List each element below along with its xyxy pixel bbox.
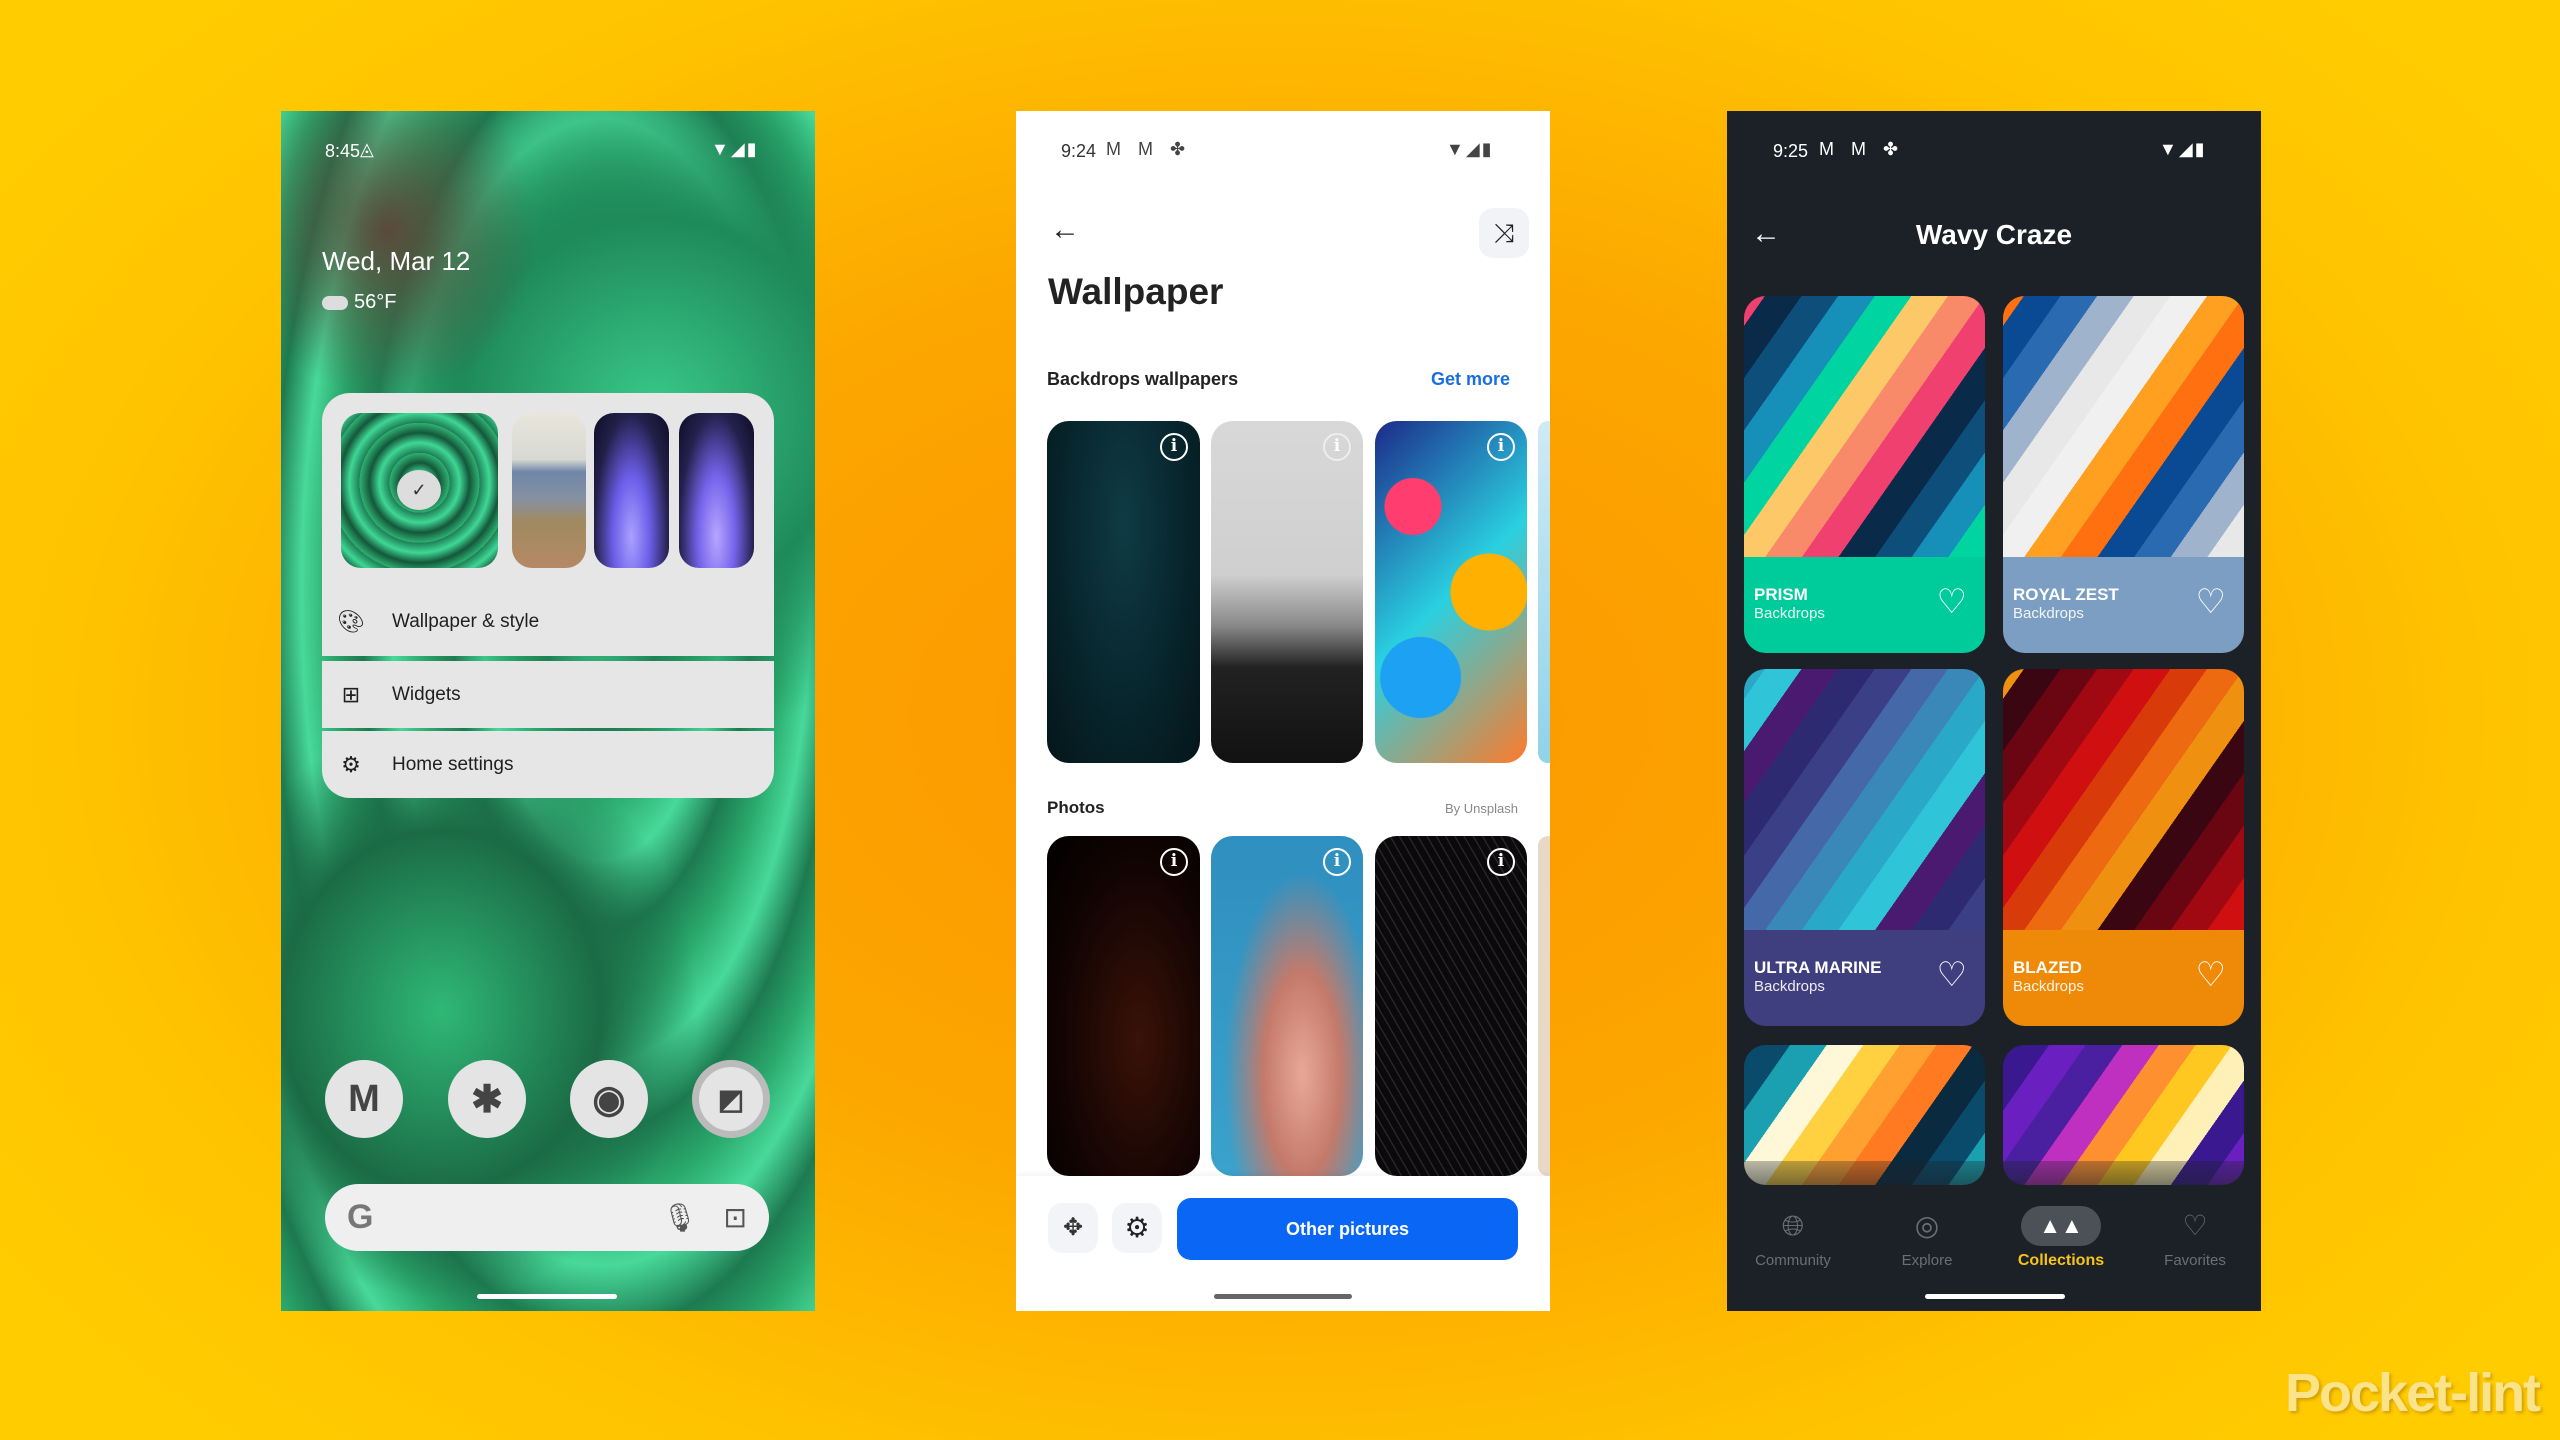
photo-lines[interactable]: i [1375,836,1527,1176]
wallpaper-thumb-flower[interactable] [594,413,669,568]
screenshot-app-icon[interactable]: ◩ [692,1060,770,1138]
nav-collections[interactable]: ▲▲ Collections [2001,1206,2121,1270]
menu-home-settings[interactable]: ⚙ Home settings [322,731,774,798]
home-indicator [477,1294,617,1299]
wallpaper-thumb-landscape[interactable] [512,413,586,568]
favorite-heart-icon[interactable]: ♡ [1937,585,1967,619]
wifi-signal-battery-icons: ▼◢▮ [1446,139,1494,159]
google-search-bar[interactable]: G 🎙︎ ⊡ [325,1184,769,1251]
info-icon[interactable]: i [1487,433,1515,461]
gmail-icon[interactable]: M [325,1060,403,1138]
slack-icon[interactable]: ✱ [448,1060,526,1138]
menu-label: Wallpaper & style [392,611,540,632]
gear-icon: ⚙ [341,751,361,777]
info-icon[interactable]: i [1160,433,1188,461]
notification-icons: M M ✤ [1819,139,1905,159]
heart-icon: ♡ [2182,1210,2208,1241]
wallpaper-thumb-current[interactable]: ✓ [341,413,498,568]
section-title-backdrops: Backdrops wallpapers [1047,369,1239,389]
status-time: 8:45 [325,141,361,161]
get-more-link[interactable]: Get more [1431,369,1510,390]
mic-icon[interactable]: 🎙︎ [662,1201,698,1234]
weather-temp: 56°F [354,291,397,313]
menu-label: Home settings [392,753,514,775]
photo-dots[interactable]: i [1047,836,1200,1176]
wallpaper-app-phone: 9:24 M M ✤ ▼◢▮ ← ⤨ Wallpaper Backdrops w… [1016,111,1550,1311]
move-icon[interactable]: ✥ [1048,1203,1098,1253]
nav-favorites[interactable]: ♡ Favorites [2135,1206,2255,1269]
widgets-icon: ⊞ [341,681,361,707]
status-time: 9:25 [1773,141,1809,161]
home-indicator [1925,1294,2065,1299]
wallpaper-portrait[interactable]: i [1211,421,1363,763]
photo-partial[interactable] [1538,836,1550,1176]
wifi-signal-battery-icons: ▼◢▮ [2159,139,2207,159]
home-indicator [1214,1294,1352,1299]
menu-label: Widgets [392,683,461,705]
wallpaper-geometric[interactable]: i [1375,421,1527,763]
settings-gear-button[interactable]: ⚙ [1112,1203,1162,1253]
info-icon[interactable]: i [1160,848,1188,876]
cloud-icon [322,296,348,310]
nav-label: Favorites [2164,1252,2226,1269]
google-logo: G [347,1198,374,1236]
palette-icon: 🎨︎ [337,609,365,634]
nav-label: Collections [2017,1252,2105,1269]
menu-wallpaper-style[interactable]: 🎨︎ Wallpaper & style [322,588,774,656]
favorite-heart-icon[interactable]: ♡ [2196,585,2226,619]
compass-icon: ◎ [1914,1210,1940,1241]
notification-icons: M M ✤ [1106,139,1192,159]
favorite-heart-icon[interactable]: ♡ [1937,958,1967,992]
pocketlint-watermark-logo: Pocket-lint [2285,1363,2541,1423]
status-time: 9:24 [1061,141,1097,161]
nav-label: Explore [1901,1252,1953,1269]
wallpaper-card-blazed[interactable]: BLAZED Backdrops ♡ [2003,669,2244,1026]
nav-explore[interactable]: ◎ Explore [1867,1206,1987,1269]
wallpaper-card-ultra-marine[interactable]: ULTRA MARINE Backdrops ♡ [1744,669,1985,1026]
info-icon[interactable]: i [1323,848,1351,876]
info-icon[interactable]: i [1487,848,1515,876]
chrome-icon[interactable]: ◉ [570,1060,648,1138]
nav-community[interactable]: 🌐︎ Community [1733,1206,1853,1269]
menu-widgets[interactable]: ⊞ Widgets [322,661,774,728]
shuffle-button[interactable]: ⤨ [1479,208,1529,258]
section-title-photos: Photos [1047,798,1105,817]
lens-icon[interactable]: ⊡ [724,1201,747,1234]
nav-label: Community [1755,1252,1831,1269]
other-pictures-button[interactable]: Other pictures [1177,1198,1518,1260]
collection-title: Wavy Craze [1915,219,2073,250]
back-arrow-icon[interactable]: ← [1050,213,1080,247]
wifi-signal-battery-icons: ▼◢▮ [711,139,759,159]
wallpaper-partial[interactable] [1538,421,1550,763]
wallpaper-thumb-flower-2[interactable] [679,413,754,568]
page-title: Wallpaper [1048,271,1224,312]
wallpaper-card-royal-zest[interactable]: ROYAL ZEST Backdrops ♡ [2003,296,2244,653]
photo-blossoms[interactable]: i [1211,836,1363,1176]
wallpaper-card-prism[interactable]: PRISM Backdrops ♡ [1744,296,1985,653]
globe-icon: 🌐︎ [1781,1210,1805,1241]
unsplash-credit: By Unsplash [1445,801,1518,816]
wallpaper-circuit[interactable]: i [1047,421,1200,763]
date-text: Wed, Mar 12 [322,246,471,276]
mountains-icon: ▲▲ [2021,1206,2101,1246]
info-icon[interactable]: i [1323,433,1351,461]
backdrops-app-phone: 9:25 M M ✤ ▼◢▮ ← Wavy Craze PRISM Backdro… [1727,111,2261,1311]
favorite-heart-icon[interactable]: ♡ [2196,958,2226,992]
drive-icon: ◬ [360,139,374,159]
home-screen-phone: 8:45 ◬ ▼◢▮ Wed, Mar 12 56°F ✓ 🎨︎ Wallpape… [281,111,815,1311]
check-icon: ✓ [397,470,441,510]
long-press-menu: ✓ 🎨︎ Wallpaper & style ⊞ Widgets ⚙ Home set… [322,393,774,798]
